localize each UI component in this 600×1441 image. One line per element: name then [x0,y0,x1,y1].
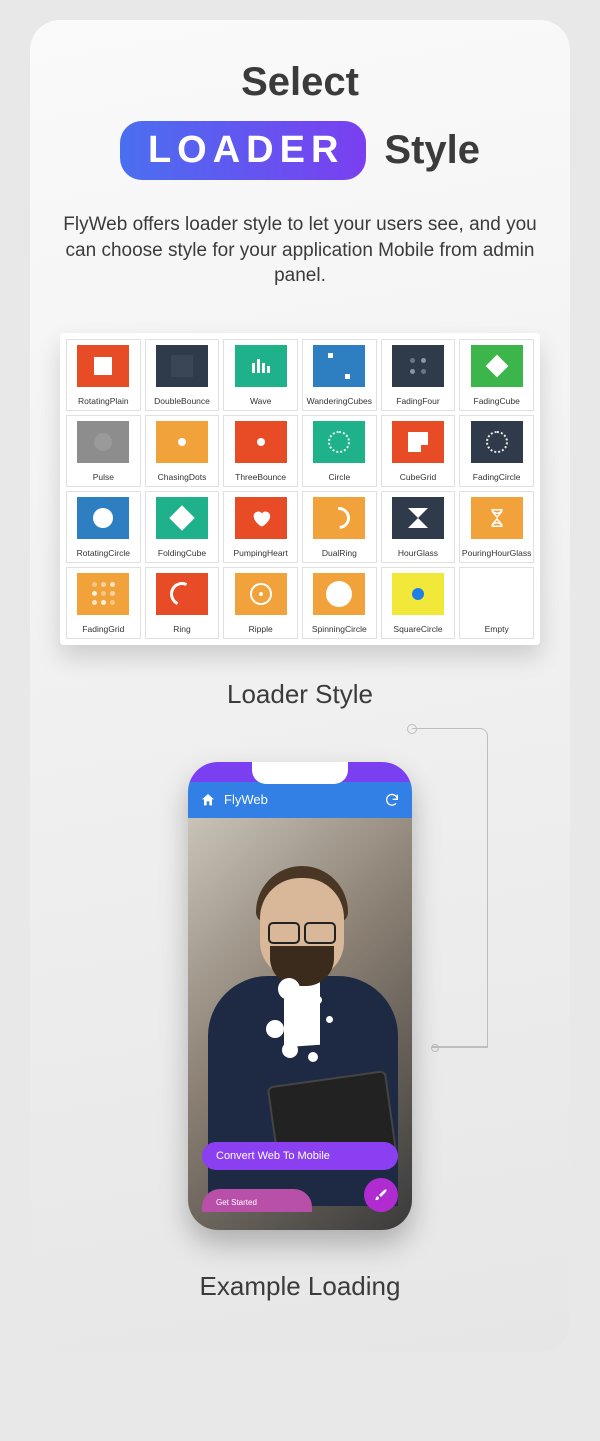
loader-option[interactable]: Wave [223,339,298,411]
loader-label: ThreeBounce [235,470,286,486]
heading-pill: LOADER [120,121,366,180]
loader-label: WanderingCubes [307,394,372,410]
loader-swatch-icon [224,492,297,544]
loader-swatch-icon [146,492,219,544]
loader-swatch-icon [382,340,455,392]
loader-swatch-icon [224,568,297,620]
heading-select: Select [58,60,542,105]
loader-label: SpinningCircle [312,622,367,638]
loader-swatch-icon [382,568,455,620]
loader-label: SquareCircle [393,622,442,638]
heading-style: Style [384,128,480,173]
loader-option[interactable]: Empty [459,567,534,639]
loader-label: DualRing [322,546,357,562]
loader-swatch-icon [67,340,140,392]
loader-option[interactable]: PouringHourGlass [459,491,534,563]
loader-label: PouringHourGlass [462,546,531,562]
loader-swatch-icon [460,416,533,468]
loader-swatch-icon [382,416,455,468]
loader-swatch-icon [460,492,533,544]
loader-label: FadingFour [396,394,439,410]
loader-label: RotatingCircle [77,546,130,562]
loader-label: FadingGrid [82,622,124,638]
loader-label: FadingCircle [473,470,521,486]
loader-grid: RotatingPlain DoubleBounce Wave WanderingCu… [60,333,540,645]
loader-label: CubeGrid [400,470,436,486]
loader-label: Ring [173,622,190,638]
loader-option[interactable]: WanderingCubes [302,339,377,411]
loader-option[interactable]: RotatingCircle [66,491,141,563]
loader-option[interactable]: ChasingDots [145,415,220,487]
heading-row: LOADER Style [58,121,542,180]
loader-label: Empty [485,622,509,638]
loader-swatch-icon [460,340,533,392]
loader-swatch-icon [460,568,533,620]
loader-swatch-icon [303,568,376,620]
loader-style-label: Loader Style [58,679,542,710]
loader-option[interactable]: Pulse [66,415,141,487]
connector-line [412,728,488,1048]
loader-label: Ripple [249,622,273,638]
loader-option[interactable]: SpinningCircle [302,567,377,639]
loader-label: FoldingCube [158,546,206,562]
loader-option[interactable]: Circle [302,415,377,487]
loader-label: Circle [328,470,350,486]
loader-label: Pulse [93,470,114,486]
loader-label: Wave [250,394,271,410]
loading-spinner-icon [240,968,360,1068]
loader-label: HourGlass [398,546,438,562]
app-title: FlyWeb [224,792,268,807]
loader-option[interactable]: Ring [145,567,220,639]
loader-label: RotatingPlain [78,394,129,410]
get-started-button[interactable]: Get Started [202,1189,312,1212]
description-text: FlyWeb offers loader style to let your u… [58,212,542,289]
loader-option[interactable]: SquareCircle [381,567,456,639]
loader-swatch-icon [67,492,140,544]
loader-swatch-icon [67,416,140,468]
loader-option[interactable]: FoldingCube [145,491,220,563]
loader-swatch-icon [303,416,376,468]
phone-preview-container: FlyWeb Convert Web To Mob [188,762,412,1230]
phone-hero: Convert Web To Mobile Get Started [188,818,412,1230]
loader-swatch-icon [146,568,219,620]
loader-swatch-icon [382,492,455,544]
loader-label: PumpingHeart [233,546,287,562]
loader-swatch-icon [303,492,376,544]
app-bar: FlyWeb [188,782,412,818]
loader-option[interactable]: DualRing [302,491,377,563]
loader-swatch-icon [146,340,219,392]
loader-option[interactable]: RotatingPlain [66,339,141,411]
loader-option[interactable]: Ripple [223,567,298,639]
app-bar-left: FlyWeb [200,792,268,808]
loader-swatch-icon [224,340,297,392]
loader-label: DoubleBounce [154,394,210,410]
loader-option[interactable]: FadingGrid [66,567,141,639]
refresh-icon[interactable] [384,792,400,808]
fab-brush[interactable] [364,1178,398,1212]
loader-option[interactable]: FadingCircle [459,415,534,487]
loader-option[interactable]: ThreeBounce [223,415,298,487]
feature-card: Select LOADER Style FlyWeb offers loader… [30,20,570,1352]
brush-icon [373,1187,389,1203]
loader-option[interactable]: FadingCube [459,339,534,411]
loader-option[interactable]: HourGlass [381,491,456,563]
loader-swatch-icon [67,568,140,620]
loader-swatch-icon [303,340,376,392]
loader-option[interactable]: CubeGrid [381,415,456,487]
loader-swatch-icon [146,416,219,468]
loader-label: FadingCube [474,394,520,410]
example-loading-label: Example Loading [58,1271,542,1302]
loader-option[interactable]: PumpingHeart [223,491,298,563]
phone-mockup: FlyWeb Convert Web To Mob [188,762,412,1230]
phone-notch [252,762,348,784]
loader-option[interactable]: DoubleBounce [145,339,220,411]
loader-label: ChasingDots [158,470,207,486]
loader-option[interactable]: FadingFour [381,339,456,411]
convert-pill[interactable]: Convert Web To Mobile [202,1142,398,1170]
home-icon[interactable] [200,792,216,808]
loader-swatch-icon [224,416,297,468]
